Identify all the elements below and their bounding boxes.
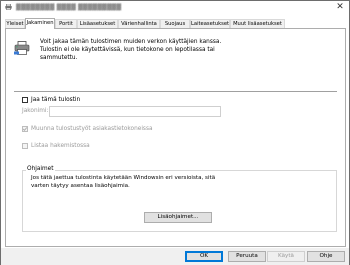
tab-ports[interactable]: Portit <box>55 19 77 28</box>
sharing-panel: Voit jakaa tämän tulostimen muiden verko… <box>5 28 346 247</box>
tab-security[interactable]: Suojaus <box>160 19 190 28</box>
tab-advanced[interactable]: Lisäasetukset <box>77 19 118 28</box>
intro-line: Tulostin ei ole käytettävissä, kun tieto… <box>40 47 215 53</box>
additional-drivers-button[interactable]: Lisäohjaimet... <box>144 212 212 223</box>
printer-app-icon <box>5 4 12 10</box>
tab-sharing[interactable]: Jakaminen <box>25 18 55 29</box>
drivers-text-line: Jos tätä jaettua tulostinta käytetään Wi… <box>31 175 216 181</box>
tab-more-advanced[interactable]: Muut lisäasetukset <box>230 19 285 28</box>
sharing-intro-text: Voit jakaa tämän tulostimen muiden verko… <box>40 38 260 62</box>
printer-icon <box>14 41 30 55</box>
share-printer-label[interactable]: Jaa tämä tulostin <box>31 97 80 104</box>
printer-properties-window: ▓▓▓▓▓▓▓▓ ▓▓▓▓ ▓▓▓▓▓▓▓▓▓ ✕ Yleiset Jakami… <box>0 0 350 265</box>
intro-line: Voit jakaa tämän tulostimen muiden verko… <box>40 39 222 45</box>
tab-device-settings[interactable]: Laiteasetukset <box>190 19 230 28</box>
window-title: ▓▓▓▓▓▓▓▓ ▓▓▓▓ ▓▓▓▓▓▓▓▓▓ <box>16 4 122 11</box>
drivers-text-line: varten täytyy asentaa lisäohjaimia. <box>31 182 130 189</box>
list-directory-checkbox[interactable] <box>22 143 28 149</box>
apply-button[interactable]: Käytä <box>267 251 305 262</box>
list-directory-label[interactable]: Listaa hakemistossa <box>31 143 90 150</box>
tab-general[interactable]: Yleiset <box>5 19 25 28</box>
ok-button[interactable]: OK <box>185 251 223 262</box>
dialog-footer: OK Peruuta Käytä Ohje <box>1 248 349 265</box>
drivers-description: Jos tätä jaettua tulostinta käytetään Wi… <box>31 175 321 190</box>
separator <box>14 91 337 92</box>
share-printer-checkbox[interactable] <box>22 97 28 103</box>
cancel-button[interactable]: Peruuta <box>228 251 266 262</box>
drivers-group-title: Ohjaimet <box>26 166 55 172</box>
render-jobs-label[interactable]: Muunna tulostustyöt asiakastietokoneissa <box>31 126 153 133</box>
help-button[interactable]: Ohje <box>307 251 345 262</box>
check-mark-icon <box>22 127 28 131</box>
close-icon[interactable]: ✕ <box>335 2 345 12</box>
title-bar[interactable]: ▓▓▓▓▓▓▓▓ ▓▓▓▓ ▓▓▓▓▓▓▓▓▓ ✕ <box>1 1 349 14</box>
tab-color-management[interactable]: Värienhallinta <box>118 19 160 28</box>
intro-line: sammutettu. <box>40 55 78 61</box>
render-jobs-checkbox[interactable] <box>22 126 28 132</box>
share-name-input[interactable] <box>49 106 221 117</box>
share-name-label: Jakonimi: <box>22 108 49 114</box>
